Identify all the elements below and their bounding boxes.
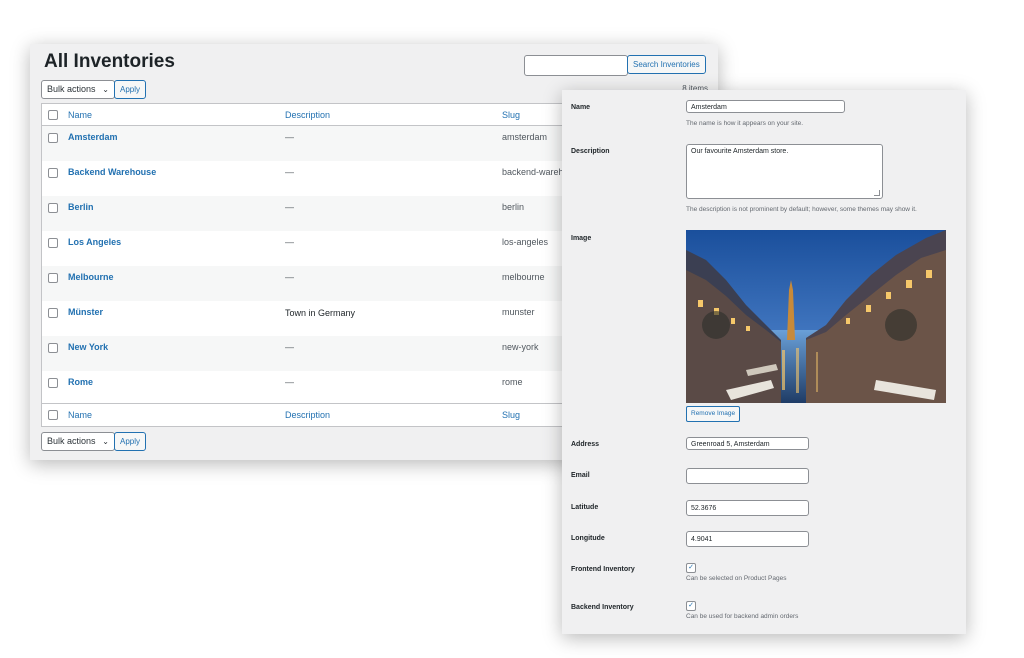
apply-button-bottom[interactable]: Apply (114, 432, 147, 451)
longitude-label: Longitude (571, 535, 605, 542)
row-description: — (285, 377, 294, 387)
bulk-actions-select-top[interactable]: Bulk actions ⌄ (41, 80, 115, 99)
backend-inventory-help: Can be used for backend admin orders (686, 613, 799, 620)
row-name-link[interactable]: Münster (68, 307, 103, 317)
name-help: The name is how it appears on your site. (686, 120, 804, 127)
search-input[interactable] (524, 55, 628, 76)
select-all-checkbox[interactable] (48, 110, 58, 120)
column-header-description[interactable]: Description (285, 110, 330, 120)
image-label: Image (571, 235, 592, 242)
backend-inventory-label: Backend Inventory (571, 604, 634, 611)
row-slug: rome (502, 377, 523, 387)
resize-handle-icon[interactable] (874, 190, 880, 196)
longitude-input[interactable]: 4.9041 (686, 531, 809, 547)
email-label: Email (571, 472, 590, 479)
row-slug: berlin (502, 202, 525, 212)
description-help: The description is not prominent by defa… (686, 206, 917, 213)
row-slug: backend-wareho (502, 167, 569, 177)
row-name-link[interactable]: New York (68, 342, 108, 352)
row-description: — (285, 272, 294, 282)
row-slug: amsterdam (502, 132, 548, 142)
row-slug: new-york (502, 342, 539, 352)
row-checkbox[interactable] (48, 203, 58, 213)
address-input[interactable]: Greenroad 5, Amsterdam (686, 437, 809, 450)
column-footer-slug[interactable]: Slug (502, 410, 520, 420)
row-name-link[interactable]: Rome (68, 377, 93, 387)
edit-inventory-panel: Name Amsterdam The name is how it appear… (562, 90, 966, 634)
row-description: — (285, 202, 294, 212)
latitude-label: Latitude (571, 504, 599, 511)
column-footer-name[interactable]: Name (68, 410, 92, 420)
address-label: Address (571, 441, 600, 448)
column-footer-description[interactable]: Description (285, 410, 330, 420)
row-name-link[interactable]: Backend Warehouse (68, 167, 156, 177)
frontend-inventory-checkbox[interactable]: ✓ (686, 563, 696, 573)
remove-image-button[interactable]: Remove Image (686, 406, 741, 422)
row-description: — (285, 167, 294, 177)
row-checkbox[interactable] (48, 273, 58, 283)
chevron-down-icon: ⌄ (102, 85, 109, 94)
row-name-link[interactable]: Melbourne (68, 272, 114, 282)
email-input[interactable] (686, 468, 809, 484)
name-label: Name (571, 104, 591, 111)
frontend-inventory-help: Can be selected on Product Pages (686, 575, 787, 582)
backend-inventory-checkbox[interactable]: ✓ (686, 601, 696, 611)
bulk-actions-label: Bulk actions (47, 84, 96, 94)
search-inventories-button[interactable]: Search Inventories (627, 55, 706, 74)
row-checkbox[interactable] (48, 343, 58, 353)
column-header-slug[interactable]: Slug (502, 110, 520, 120)
row-name-link[interactable]: Amsterdam (68, 132, 118, 142)
name-input[interactable]: Amsterdam (686, 100, 845, 113)
latitude-input[interactable]: 52.3676 (686, 500, 809, 516)
checkmark-icon: ✓ (688, 564, 694, 571)
row-description: — (285, 237, 294, 247)
column-header-name[interactable]: Name (68, 110, 92, 120)
row-checkbox[interactable] (48, 308, 58, 318)
inventory-image (686, 230, 946, 403)
row-name-link[interactable]: Berlin (68, 202, 94, 212)
row-checkbox[interactable] (48, 238, 58, 248)
row-slug: los-angeles (502, 237, 549, 247)
bulk-actions-label: Bulk actions (47, 436, 96, 446)
row-name-link[interactable]: Los Angeles (68, 237, 121, 247)
row-checkbox[interactable] (48, 133, 58, 143)
frontend-inventory-label: Frontend Inventory (571, 566, 635, 573)
description-label: Description (571, 148, 610, 155)
row-slug: melbourne (502, 272, 545, 282)
row-checkbox[interactable] (48, 378, 58, 388)
page-title: All Inventories (44, 51, 175, 72)
row-description: Town in Germany (285, 308, 356, 318)
select-all-checkbox-footer[interactable] (48, 410, 58, 420)
checkmark-icon: ✓ (688, 602, 694, 609)
chevron-down-icon: ⌄ (102, 437, 109, 446)
row-slug: munster (502, 307, 535, 317)
apply-button-top[interactable]: Apply (114, 80, 147, 99)
row-checkbox[interactable] (48, 168, 58, 178)
description-value: Our favourite Amsterdam store. (691, 148, 789, 155)
bulk-actions-select-bottom[interactable]: Bulk actions ⌄ (41, 432, 115, 451)
row-description: — (285, 132, 294, 142)
row-description: — (285, 342, 294, 352)
description-textarea[interactable]: Our favourite Amsterdam store. (686, 144, 883, 199)
